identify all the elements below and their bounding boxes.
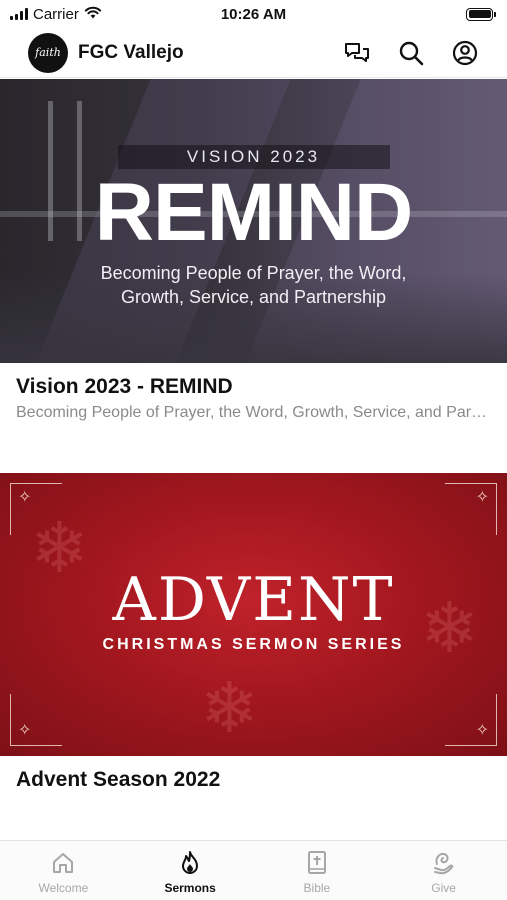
tab-bible[interactable]: Bible <box>254 841 381 900</box>
sermon-list: VISION 2023 REMIND Becoming People of Pr… <box>0 79 507 792</box>
tab-label: Welcome <box>38 881 89 895</box>
bible-icon <box>303 849 331 877</box>
tab-bar: Welcome Sermons Bible Give <box>0 840 507 900</box>
wifi-icon <box>84 6 102 23</box>
sparkle-icon: ✧ <box>18 722 32 739</box>
tab-welcome[interactable]: Welcome <box>0 841 127 900</box>
corner-ornament <box>445 483 497 535</box>
tab-label: Give <box>431 881 456 895</box>
tab-sermons[interactable]: Sermons <box>127 841 254 900</box>
give-icon <box>430 849 458 877</box>
sermon-title: Advent Season 2022 <box>16 768 221 791</box>
sermon-info: Advent Season 2022 <box>0 756 507 792</box>
sermon-card[interactable]: VISION 2023 REMIND Becoming People of Pr… <box>0 79 507 473</box>
sermon-info: Vision 2023 - REMIND Becoming People of … <box>0 363 507 473</box>
sermon-title: Vision 2023 - REMIND <box>16 375 233 398</box>
banner-subtitle: CHRISTMAS SERMON SERIES <box>102 636 405 653</box>
sermon-subtitle: Becoming People of Prayer, the Word, Gro… <box>16 404 491 421</box>
account-icon[interactable] <box>451 39 479 67</box>
app-title: FGC Vallejo <box>78 41 184 63</box>
signal-icon <box>10 8 28 20</box>
sparkle-icon: ✧ <box>18 489 32 506</box>
tab-label: Sermons <box>164 881 216 895</box>
status-bar: Carrier 10:26 AM <box>0 0 507 28</box>
logo-text: faith <box>35 46 61 59</box>
flame-icon <box>176 849 204 877</box>
church-logo[interactable]: faith <box>28 32 68 73</box>
battery-icon <box>466 7 496 21</box>
search-icon[interactable] <box>397 39 425 67</box>
home-icon <box>49 849 77 877</box>
tab-give[interactable]: Give <box>380 841 507 900</box>
sermon-card[interactable]: ❄ ❄ ❄ ✧ ✧ ✧ ✧ ADVENT CHRISTMAS SERMON SE… <box>0 473 507 792</box>
corner-ornament <box>445 694 497 746</box>
banner-kicker: VISION 2023 <box>186 147 321 166</box>
banner-subtitle-line2: Growth, Service, and Partnership <box>120 287 387 307</box>
app-header: faith FGC Vallejo <box>0 28 507 78</box>
header-actions <box>343 39 479 67</box>
banner-title: REMIND <box>94 167 413 258</box>
sermon-banner-advent[interactable]: ❄ ❄ ❄ ✧ ✧ ✧ ✧ ADVENT CHRISTMAS SERMON SE… <box>0 473 507 756</box>
carrier-label: Carrier <box>33 5 79 23</box>
chat-icon[interactable] <box>343 39 371 67</box>
sparkle-icon: ✧ <box>475 489 489 506</box>
tab-label: Bible <box>303 881 331 895</box>
status-left: Carrier <box>10 6 102 23</box>
banner-subtitle-line1: Becoming People of Prayer, the Word, <box>100 263 407 283</box>
banner-title: ADVENT <box>112 565 395 635</box>
sparkle-icon: ✧ <box>475 722 489 739</box>
sermon-banner-vision[interactable]: VISION 2023 REMIND Becoming People of Pr… <box>0 79 507 363</box>
snowflake-icon: ❄ <box>200 669 259 747</box>
